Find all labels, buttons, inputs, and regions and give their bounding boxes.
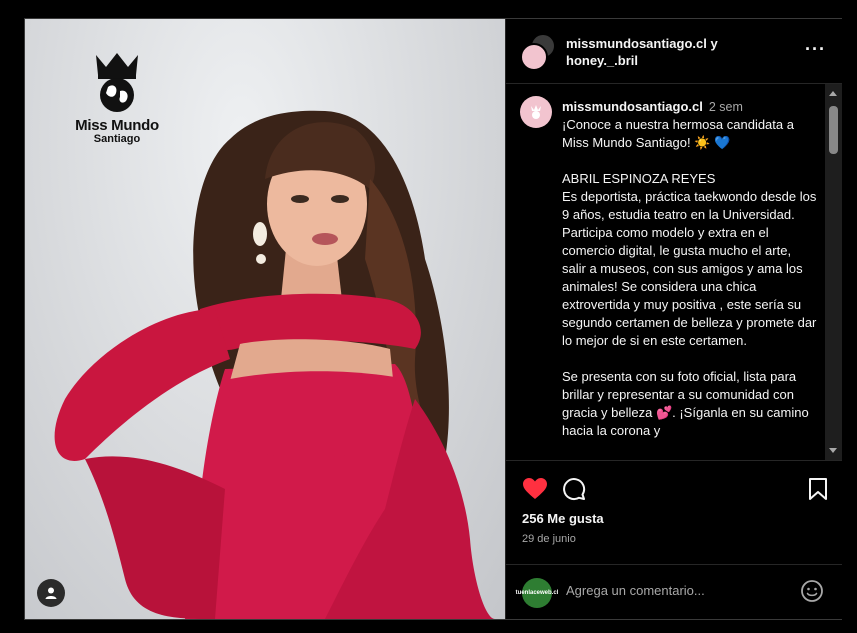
caption-candidate-name: ABRIL ESPINOZA REYES	[562, 171, 716, 186]
heart-icon	[523, 478, 547, 499]
emoji-button[interactable]	[800, 579, 824, 608]
bookmark-icon	[809, 478, 827, 500]
collab-usernames: missmundosantiago.cl y honey._.bril	[566, 35, 718, 69]
crown-globe-icon	[96, 53, 138, 112]
post-time: 2 sem	[708, 100, 743, 114]
caption-paragraph: Es deportista, práctica taekwondo desde …	[562, 189, 817, 348]
post-date: 29 de junio	[522, 533, 576, 545]
like-count[interactable]: 256 Me gusta	[522, 511, 604, 526]
tagged-users-button[interactable]	[37, 579, 65, 607]
caption-username[interactable]: missmundosantiago.cl	[562, 99, 703, 114]
user-icon	[45, 587, 57, 599]
more-options-icon[interactable]: ···	[805, 39, 826, 60]
caption-scrollbar[interactable]	[825, 84, 842, 460]
emoji-icon	[801, 580, 823, 602]
post-header: missmundosantiago.cl y honey._.bril ···	[506, 19, 842, 84]
post-photo[interactable]: Miss Mundo Santiago	[25, 19, 505, 619]
connector-text: y	[706, 36, 718, 51]
collab-avatars[interactable]	[520, 33, 558, 71]
scroll-down-icon[interactable]	[829, 448, 837, 453]
avatar[interactable]	[520, 96, 552, 128]
logo-subtitle: Santiago	[93, 133, 141, 145]
comment-bar: tuenlaceweb.cl Agrega un comentario...	[506, 564, 842, 620]
post-modal: Miss Mundo Santiago missmundosantiago.cl…	[24, 18, 842, 620]
comment-button[interactable]	[562, 477, 586, 506]
logo-title: Miss Mundo	[75, 117, 159, 134]
caption-paragraph: Se presenta con su foto oficial, lista p…	[562, 369, 809, 438]
save-button[interactable]	[808, 477, 828, 506]
avatar[interactable]: tuenlaceweb.cl	[516, 578, 558, 608]
comment-icon	[563, 478, 586, 501]
caption-section: missmundosantiago.cl 2 sem ¡Conoce a nues…	[506, 84, 824, 460]
brand-logo: Miss Mundo Santiago	[67, 51, 167, 145]
like-button[interactable]	[522, 477, 548, 506]
scroll-up-icon[interactable]	[829, 91, 837, 96]
crown-globe-icon	[531, 105, 541, 119]
caption-paragraph: ¡Conoce a nuestra hermosa candidata a Mi…	[562, 117, 794, 150]
avatar[interactable]	[520, 43, 548, 71]
post-actions: 256 Me gusta 29 de junio	[506, 460, 842, 564]
username-link[interactable]: missmundosantiago.cl	[566, 36, 707, 51]
post-details-panel: missmundosantiago.cl y honey._.bril ··· …	[505, 19, 842, 619]
comment-input[interactable]: Agrega un comentario...	[566, 583, 705, 598]
username-link[interactable]: honey._.bril	[566, 53, 638, 68]
scrollbar-thumb[interactable]	[829, 106, 838, 154]
caption-text: missmundosantiago.cl 2 sem ¡Conoce a nues…	[562, 98, 818, 440]
